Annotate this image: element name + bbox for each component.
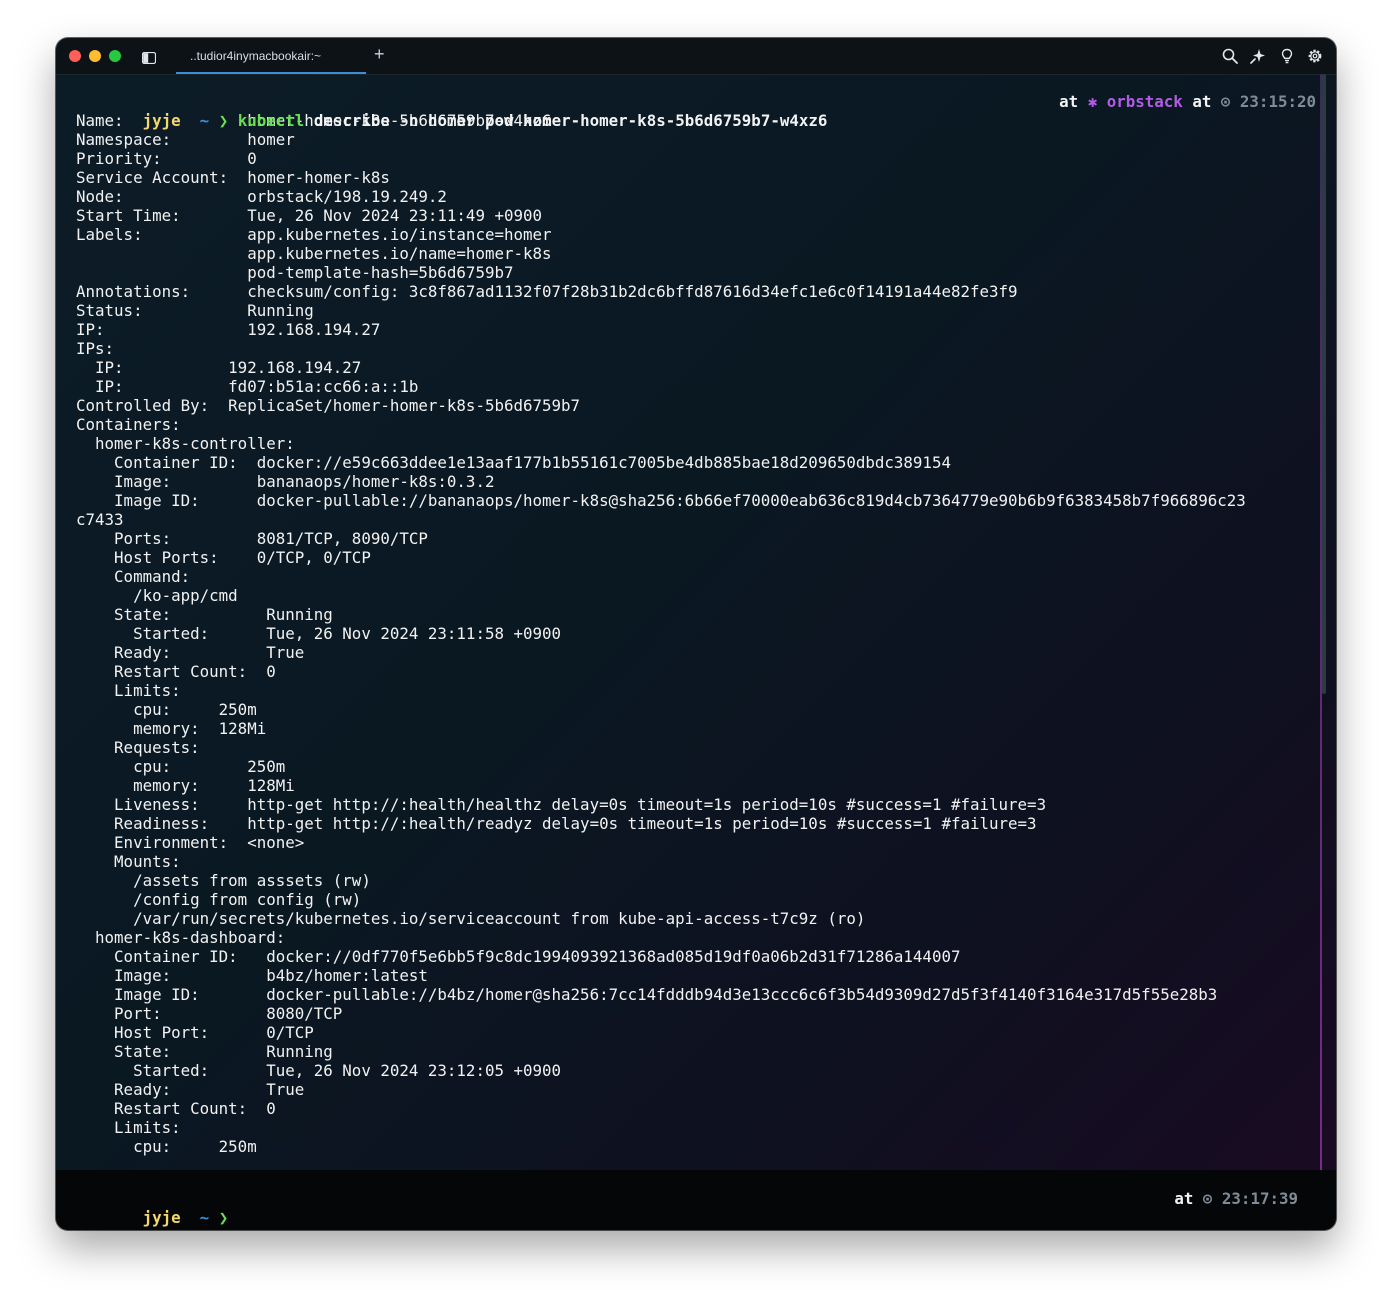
output-line: cpu: 250m [76,757,286,776]
output-line: Status: Running [76,301,314,320]
output-line: Ports: 8081/TCP, 8090/TCP [76,529,428,548]
search-icon[interactable] [1222,48,1238,64]
output-line: Limits: [76,681,181,700]
prompt-cwd: ~ [199,1208,210,1227]
close-window-button[interactable] [69,50,81,62]
output-line: memory: 128Mi [76,719,267,738]
output-line: Environment: <none> [76,833,305,852]
output-line: Image: b4bz/homer:latest [76,966,428,985]
output-line: Start Time: Tue, 26 Nov 2024 23:11:49 +0… [76,206,543,225]
kube-context: orbstack [1106,92,1183,111]
output-line: /var/run/secrets/kubernetes.io/serviceac… [76,909,866,928]
output-line: Container ID: docker://0df770f5e6bb5f9c8… [76,947,961,966]
ai-sparkle-icon[interactable] [1250,48,1266,64]
output-line: Service Account: homer-homer-k8s [76,168,390,187]
right-prompt-at: at [1192,92,1212,111]
output-line: Container ID: docker://e59c663ddee1e13aa… [76,453,951,472]
maximize-window-button[interactable] [109,50,121,62]
scrollbar-thumb[interactable] [1322,74,1326,694]
clock-icon: ⊙ [1202,1189,1213,1208]
output-line: Restart Count: 0 [76,662,276,681]
kube-context-icon: ✱ [1087,92,1098,111]
new-tab-button[interactable]: + [374,44,385,65]
tab-title: ..tudior4inymacbookair:~ [190,49,322,63]
command-output: Name: homer-homer-k8s-5b6d6759b7-w4xz6 Na… [76,111,1326,1156]
output-line: cpu: 250m [76,1137,257,1156]
input-prompt-line[interactable]: jyje ~ ❯ at ⊙ 23:17:39 [76,1189,1298,1227]
output-line: IP: fd07:b51a:cc66:a::1b [76,377,419,396]
output-line: Controlled By: ReplicaSet/homer-homer-k8… [76,396,581,415]
tab-active-indicator [176,72,366,74]
output-line: Priority: 0 [76,149,257,168]
prompt-arrow: ❯ [218,111,229,130]
output-line: Host Port: 0/TCP [76,1023,314,1042]
output-line: Ready: True [76,1080,305,1099]
output-line: Started: Tue, 26 Nov 2024 23:12:05 +0900 [76,1061,562,1080]
output-line: State: Running [76,605,333,624]
prompt-time: 23:15:20 [1239,92,1316,111]
prompt-user: jyje [142,111,181,130]
output-line: Started: Tue, 26 Nov 2024 23:11:58 +0900 [76,624,562,643]
output-line: Requests: [76,738,200,757]
command-name: kubectl [237,111,305,130]
output-line: /config from config (rw) [76,890,362,909]
command-prompt-line: jyje ~ ❯ kubectl describe -n homer pod h… [76,92,1326,130]
output-line: Host Ports: 0/TCP, 0/TCP [76,548,371,567]
output-line: Labels: app.kubernetes.io/instance=homer [76,225,552,244]
output-line: Command: [76,567,191,586]
prompt-cwd: ~ [199,111,210,130]
output-line: Image: bananaops/homer-k8s:0.3.2 [76,472,495,491]
output-line: IP: 192.168.194.27 [76,320,381,339]
output-line: State: Running [76,1042,333,1061]
prompt-time: 23:17:39 [1221,1189,1298,1208]
output-line: app.kubernetes.io/name=homer-k8s [76,244,552,263]
minimize-window-button[interactable] [89,50,101,62]
output-line: c7433 [76,510,124,529]
output-line: pod-template-hash=5b6d6759b7 [76,263,514,282]
prompt-user: jyje [142,1208,181,1227]
gear-icon[interactable] [1307,48,1323,64]
output-line: Limits: [76,1118,181,1137]
output-line: Containers: [76,415,181,434]
command-args: describe -n homer pod homer-homer-k8s-5b… [304,111,828,130]
title-bar: ..tudior4inymacbookair:~ + [56,38,1336,75]
input-prompt-bar[interactable]: jyje ~ ❯ at ⊙ 23:17:39 [56,1170,1336,1230]
output-line: Ready: True [76,643,305,662]
output-line: Namespace: homer [76,130,295,149]
output-line: Readiness: http-get http://:health/ready… [76,814,1037,833]
output-line: /assets from asssets (rw) [76,871,371,890]
tab-active-session[interactable]: ..tudior4inymacbookair:~ [176,38,366,74]
right-prompt-at: at [1174,1189,1194,1208]
prompt-arrow: ❯ [218,1208,229,1227]
output-line: Liveness: http-get http://:health/health… [76,795,1047,814]
output-line: Image ID: docker-pullable://b4bz/homer@s… [76,985,1218,1004]
lightbulb-icon[interactable] [1279,48,1295,64]
right-prompt: at ⊙ 23:17:39 [1174,1189,1298,1208]
output-line: Node: orbstack/198.19.249.2 [76,187,447,206]
output-line: Restart Count: 0 [76,1099,276,1118]
output-line: memory: 128Mi [76,776,295,795]
sidebar-toggle-icon[interactable] [141,49,157,65]
output-line: Mounts: [76,852,181,871]
output-line: Port: 8080/TCP [76,1004,343,1023]
terminal-output[interactable]: jyje ~ ❯ kubectl describe -n homer pod h… [76,92,1326,1156]
output-line: IPs: [76,339,115,358]
clock-icon: ⊙ [1220,92,1231,111]
terminal-window: ..tudior4inymacbookair:~ + jyje ~ ❯ kube… [56,38,1336,1230]
output-line: Image ID: docker-pullable://bananaops/ho… [76,491,1246,510]
output-line: cpu: 250m [76,700,257,719]
right-prompt: at ✱ orbstack at ⊙ 23:15:20 [1059,92,1316,111]
output-line: homer-k8s-controller: [76,434,295,453]
right-prompt-at: at [1059,92,1079,111]
output-line: IP: 192.168.194.27 [76,358,362,377]
output-line: /ko-app/cmd [76,586,238,605]
output-line: homer-k8s-dashboard: [76,928,286,947]
output-line: Annotations: checksum/config: 3c8f867ad1… [76,282,1018,301]
